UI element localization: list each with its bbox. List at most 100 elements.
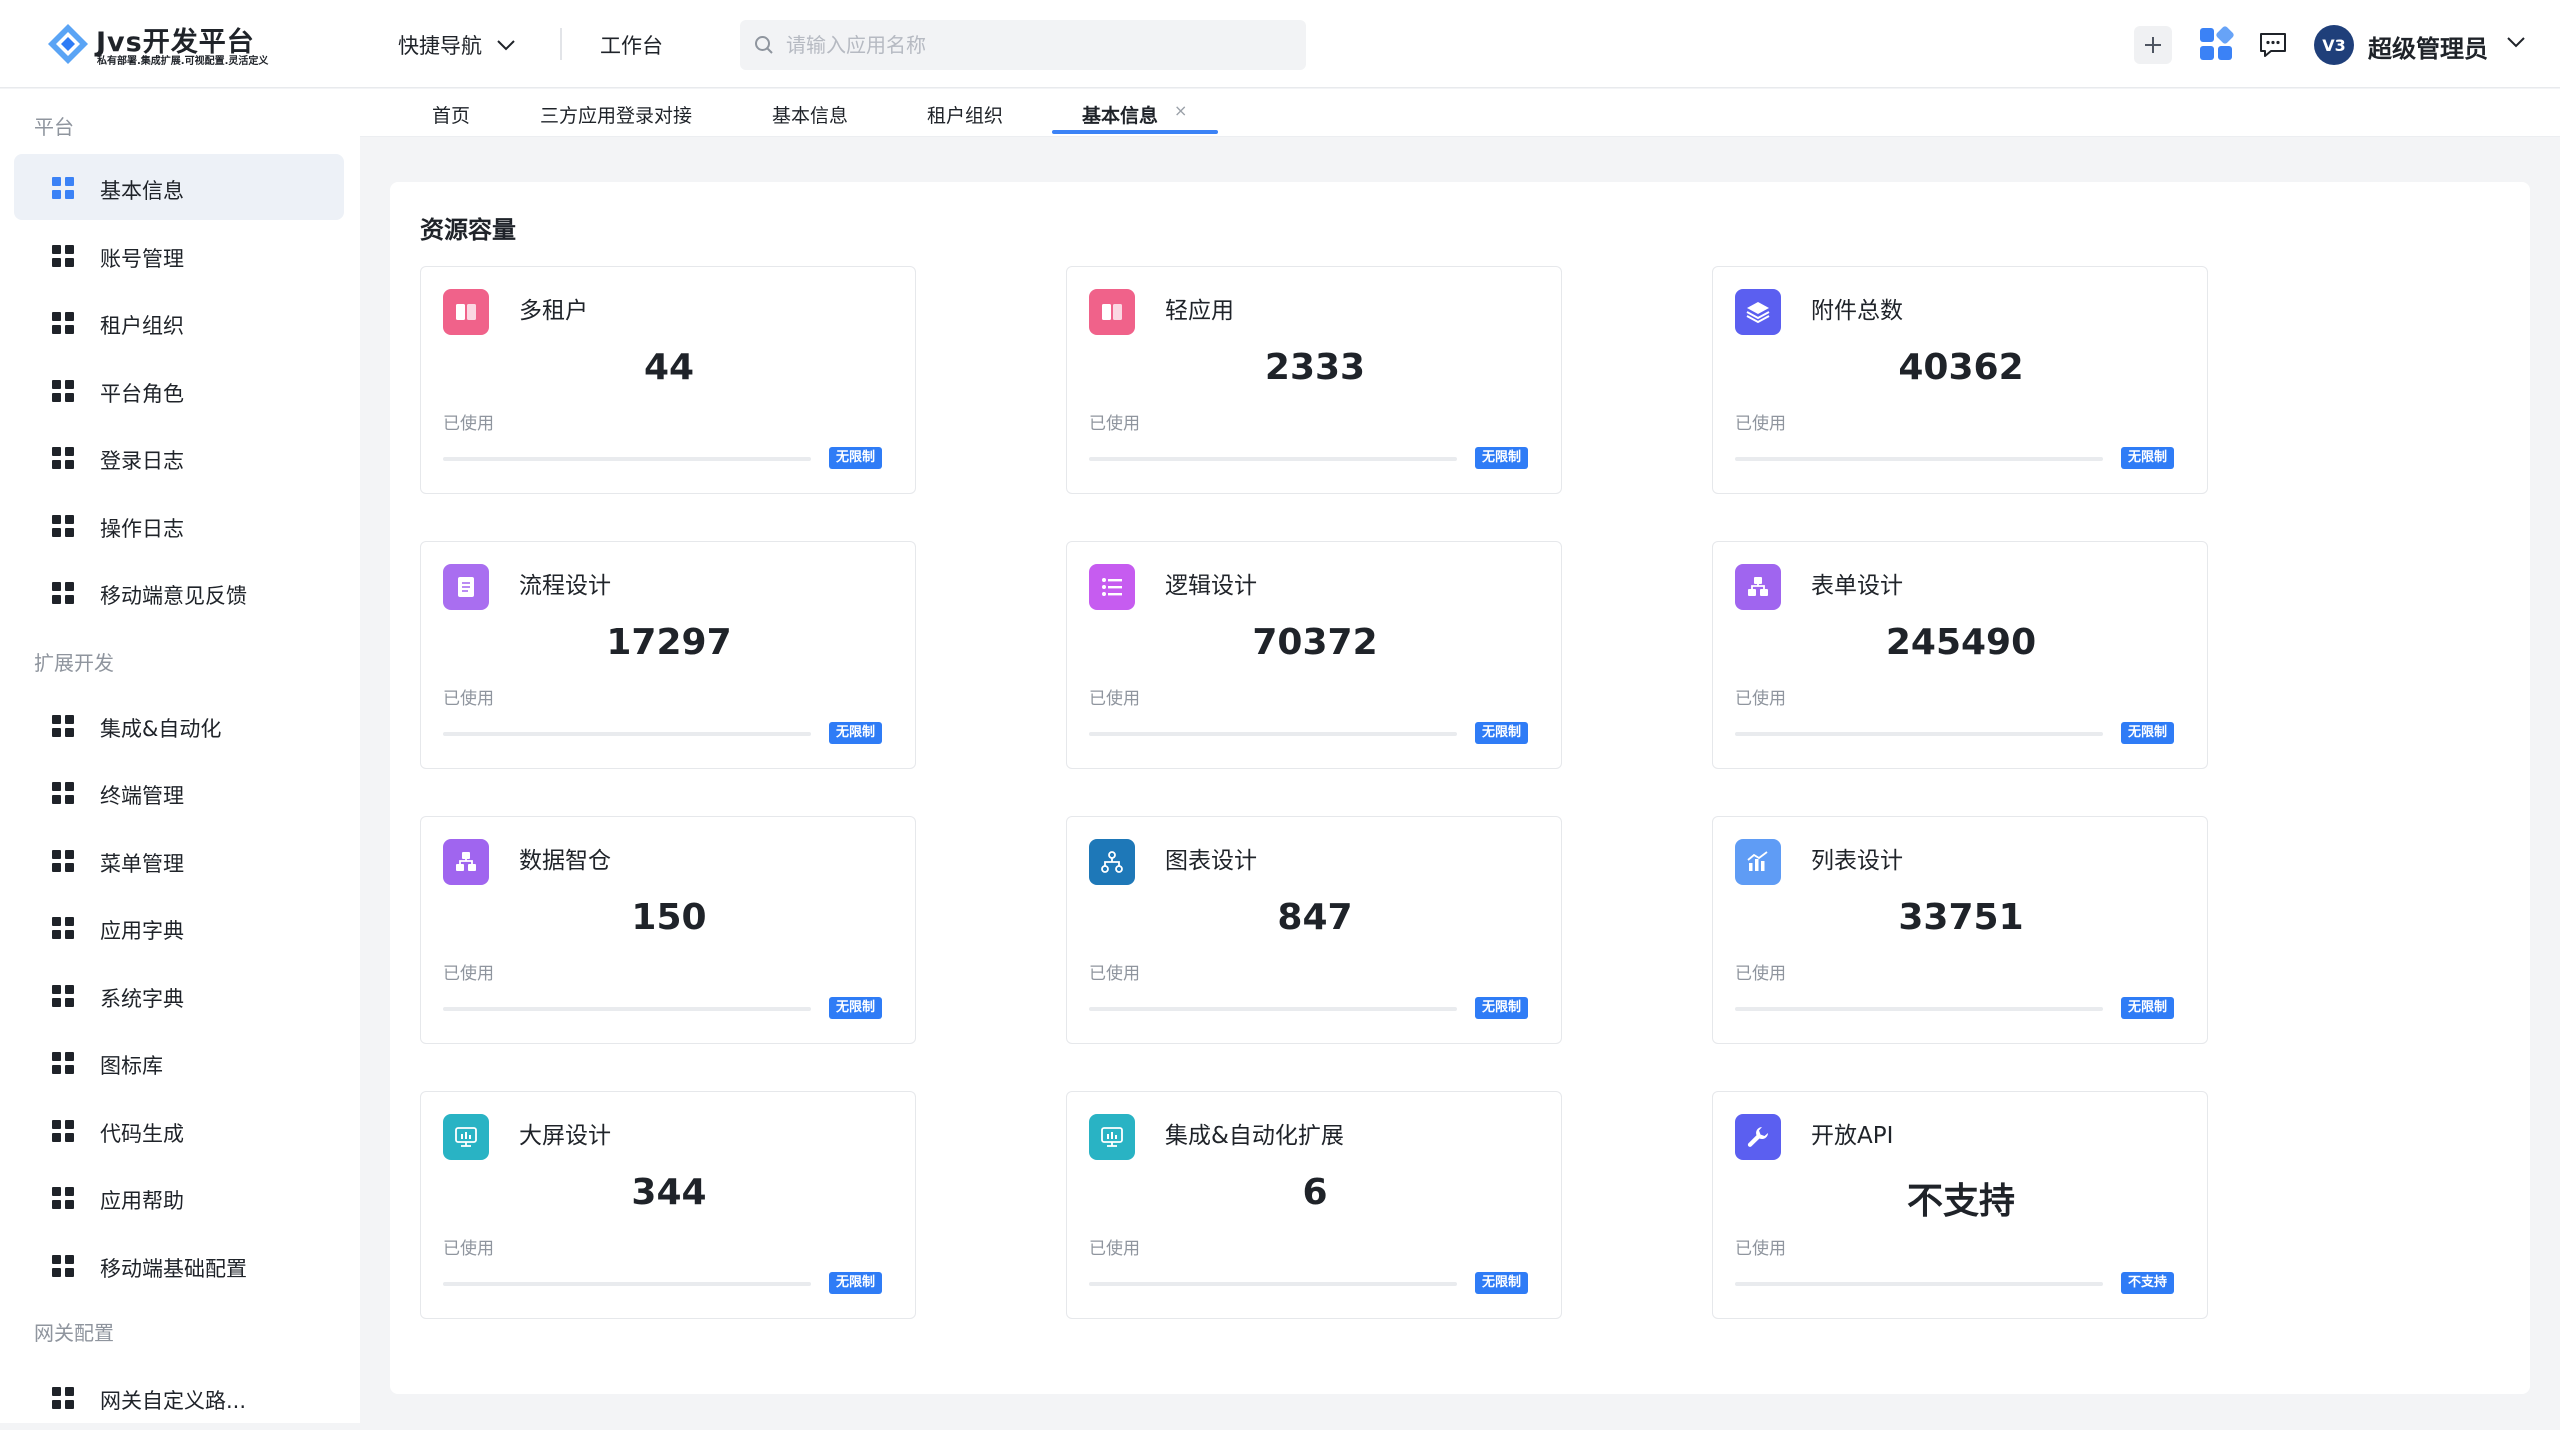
usage-progress-bar [443, 732, 811, 736]
grid-icon [52, 1120, 74, 1142]
sidebar: 平台 扩展开发 网关配置 基本信息 账号管理 租户组织 平台角色 登录日志 操作日志 移动端… [0, 89, 360, 1423]
org-icon [1735, 564, 1781, 610]
sidebar-item-label: 系统字典 [100, 987, 184, 1011]
sidebar-item-app-help[interactable]: 应用帮助 [14, 1164, 344, 1230]
used-label: 已使用 [1735, 414, 1786, 434]
tab-basic-info[interactable]: 基本信息 [772, 101, 848, 128]
quick-nav-dropdown[interactable]: 快捷导航 [398, 30, 516, 60]
grid-icon [52, 985, 74, 1007]
tab-close-icon[interactable]: × [1174, 101, 1187, 120]
section-title: 资源容量 [420, 216, 516, 244]
grid-icon [52, 177, 74, 199]
grid-icon [52, 582, 74, 604]
workbench-link[interactable]: 工作台 [600, 30, 663, 60]
app-search-input[interactable] [784, 32, 1288, 58]
sidebar-item-login-log[interactable]: 登录日志 [14, 424, 344, 490]
sidebar-item-platform-roles[interactable]: 平台角色 [14, 357, 344, 423]
tab-third-party-login[interactable]: 三方应用登录对接 [540, 101, 692, 128]
chevron-down-icon[interactable] [2506, 36, 2526, 48]
resource-card: 集成&自动化扩展 6 已使用无限制 [1066, 1091, 1562, 1319]
resource-value: 17297 [606, 622, 732, 663]
hierarchy-icon [1089, 839, 1135, 885]
resource-name: 表单设计 [1811, 573, 1903, 599]
limit-badge: 无限制 [2121, 997, 2175, 1019]
avatar[interactable]: V3 [2314, 25, 2354, 65]
usage-progress-bar [443, 457, 811, 461]
sidebar-item-app-dictionary[interactable]: 应用字典 [14, 894, 344, 960]
tab-basic-info-active[interactable]: 基本信息 [1082, 101, 1158, 128]
sidebar-item-code-generation[interactable]: 代码生成 [14, 1097, 344, 1163]
limit-badge: 无限制 [1475, 1272, 1529, 1294]
sidebar-item-menu-management[interactable]: 菜单管理 [14, 827, 344, 893]
sidebar-item-label: 登录日志 [100, 449, 184, 473]
active-tab-indicator [1052, 130, 1218, 134]
resource-name: 轻应用 [1165, 298, 1234, 324]
usage-progress-bar [1089, 732, 1457, 736]
sidebar-item-label: 终端管理 [100, 784, 184, 808]
grid-icon [52, 850, 74, 872]
sidebar-item-terminal-management[interactable]: 终端管理 [14, 759, 344, 825]
used-label: 已使用 [1089, 1239, 1140, 1259]
usage-progress-bar [1735, 1007, 2103, 1011]
used-label: 已使用 [1735, 1239, 1786, 1259]
wrench-icon [1735, 1114, 1781, 1160]
sidebar-item-account-management[interactable]: 账号管理 [14, 222, 344, 288]
grid-icon [52, 1387, 74, 1409]
sidebar-item-label: 菜单管理 [100, 852, 184, 876]
logo-subtitle: 私有部署.集成扩展.可视配置.灵活定义 [97, 56, 269, 67]
resource-name: 流程设计 [519, 573, 611, 599]
resource-value: 245490 [1885, 622, 2037, 663]
used-label: 已使用 [1089, 414, 1140, 434]
sidebar-item-system-dictionary[interactable]: 系统字典 [14, 962, 344, 1028]
user-name[interactable]: 超级管理员 [2368, 29, 2488, 64]
logo[interactable]: Jvs开发平台 私有部署.集成扩展.可视配置.灵活定义 [46, 20, 306, 68]
resource-value: 33751 [1898, 897, 2024, 938]
tab-tenant-org[interactable]: 租户组织 [927, 101, 1003, 128]
sidebar-item-tenant-org[interactable]: 租户组织 [14, 289, 344, 355]
sidebar-item-label: 账号管理 [100, 247, 184, 271]
apps-grid-icon[interactable] [2198, 26, 2234, 62]
used-label: 已使用 [443, 414, 494, 434]
tab-bar: 首页 三方应用登录对接 基本信息 租户组织 基本信息 × [360, 89, 2560, 137]
tab-home[interactable]: 首页 [432, 101, 470, 128]
search-icon [755, 36, 773, 54]
resource-name: 附件总数 [1811, 298, 1903, 324]
sidebar-item-gateway-custom-routes[interactable]: 网关自定义路... [14, 1364, 344, 1430]
sidebar-item-integration-automation[interactable]: 集成&自动化 [14, 692, 344, 758]
sidebar-group-gateway: 网关配置 [34, 1321, 114, 1345]
used-label: 已使用 [443, 964, 494, 984]
resource-name: 图表设计 [1165, 848, 1257, 874]
resource-name: 集成&自动化扩展 [1165, 1123, 1344, 1149]
sidebar-item-label: 租户组织 [100, 314, 184, 338]
sidebar-item-icon-library[interactable]: 图标库 [14, 1029, 344, 1095]
usage-progress-bar [1089, 1282, 1457, 1286]
app-search-box[interactable] [740, 20, 1306, 70]
grid-icon [52, 245, 74, 267]
resource-value: 847 [1277, 897, 1353, 938]
resource-value: 6 [1302, 1172, 1328, 1213]
resource-value: 70372 [1252, 622, 1378, 663]
layers-icon [1735, 289, 1781, 335]
add-button[interactable] [2134, 26, 2172, 64]
resource-card: 大屏设计 344 已使用 无限制 [420, 1091, 916, 1319]
used-label: 已使用 [443, 689, 494, 709]
sidebar-item-mobile-feedback[interactable]: 移动端意见反馈 [14, 559, 344, 625]
sidebar-item-basic-info[interactable]: 基本信息 [14, 154, 344, 220]
usage-progress-bar [1735, 732, 2103, 736]
limit-badge: 无限制 [2121, 447, 2175, 469]
limit-badge: 无限制 [1475, 447, 1529, 469]
book-icon [443, 289, 489, 335]
limit-badge: 无限制 [1475, 722, 1529, 744]
resource-card: 表单设计 245490 已使用 无限制 [1712, 541, 2208, 769]
grid-icon [52, 312, 74, 334]
grid-icon [52, 1255, 74, 1277]
grid-icon [52, 380, 74, 402]
limit-badge: 不支持 [2121, 1272, 2175, 1294]
sidebar-item-label: 基本信息 [100, 179, 184, 203]
resource-name: 数据智仓 [519, 848, 611, 874]
sidebar-item-operation-log[interactable]: 操作日志 [14, 492, 344, 558]
sidebar-item-mobile-basic-config[interactable]: 移动端基础配置 [14, 1232, 344, 1298]
resource-value: 40362 [1898, 347, 2024, 388]
sidebar-item-label: 操作日志 [100, 517, 184, 541]
message-icon[interactable] [2256, 28, 2290, 62]
